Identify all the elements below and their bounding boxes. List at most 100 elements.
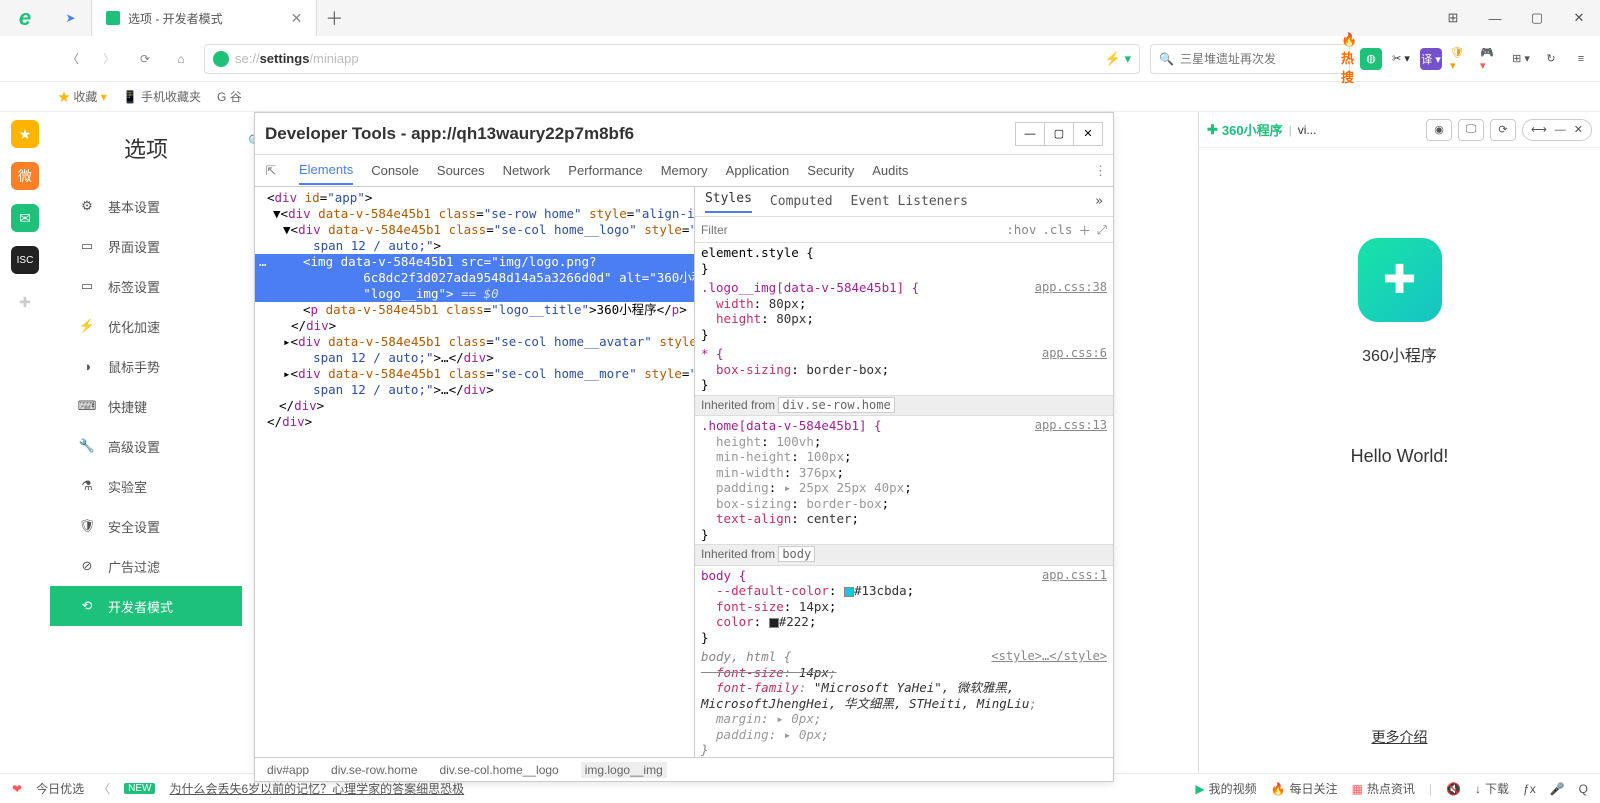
hot-search-label[interactable]: 🔥热搜 xyxy=(1341,32,1357,86)
dom-node[interactable]: </div> xyxy=(255,414,694,430)
dom-breadcrumb[interactable]: div#app div.se-row.home div.se-col.home_… xyxy=(255,757,1113,781)
hov-toggle[interactable]: :hov xyxy=(1006,222,1036,237)
sidebar-item-adblock[interactable]: ⊘广告过滤 xyxy=(50,546,242,586)
sidebar-item-lab[interactable]: ⚗实验室 xyxy=(50,466,242,506)
dom-node-selected[interactable]: …<img data-v-584e45b1 src="img/logo.png?… xyxy=(255,254,694,302)
sidebar-item-advanced[interactable]: 🔧高级设置 xyxy=(50,426,242,466)
devtools-close-button[interactable]: ✕ xyxy=(1073,122,1103,146)
rail-weibo-icon[interactable]: 微 xyxy=(11,162,39,190)
cls-toggle[interactable]: .cls xyxy=(1042,222,1072,237)
tab-network[interactable]: Network xyxy=(503,157,551,184)
breadcrumb-item[interactable]: img.logo__img xyxy=(581,762,667,778)
rail-mail-icon[interactable]: ✉ xyxy=(11,204,39,232)
status-headline[interactable]: 为什么会丢失6岁以前的记忆？心理学家的答案细思恐极 xyxy=(169,780,464,797)
breadcrumb-item[interactable]: div.se-col.home__logo xyxy=(440,763,559,777)
url-input[interactable]: se://settings/miniapp ⚡ ▾ xyxy=(204,44,1140,74)
css-rule-ua[interactable]: <style>…</style> body, html { font-size:… xyxy=(695,647,1113,757)
miniapp-refresh-button[interactable]: ⟳ xyxy=(1490,119,1516,141)
dom-node[interactable]: ▸<div data-v-584e45b1 class="se-col home… xyxy=(255,334,694,366)
sidebar-item-security[interactable]: 🛡安全设置 xyxy=(50,506,242,546)
css-rule[interactable]: app.css:38 .logo__img[data-v-584e45b1] {… xyxy=(695,278,1113,344)
sidebar-item-tabs[interactable]: ▭标签设置 xyxy=(50,266,242,306)
extension-icon[interactable]: ◍ xyxy=(1360,48,1382,70)
css-rule[interactable]: app.css:1 body { --default-color: #13cbd… xyxy=(695,566,1113,648)
tab-elements[interactable]: Elements xyxy=(299,156,353,185)
dom-node[interactable]: ▸<div data-v-584e45b1 class="se-col home… xyxy=(255,366,694,398)
element-picker-icon[interactable]: ⇱ xyxy=(261,163,281,179)
miniapp-close-icon[interactable]: ✕ xyxy=(1574,123,1583,136)
rule-source-link[interactable]: app.css:13 xyxy=(1035,418,1107,434)
miniapp-compass-button[interactable]: ◉ xyxy=(1426,119,1452,141)
rule-source-link[interactable]: app.css:38 xyxy=(1035,280,1107,296)
styles-more-icon[interactable]: » xyxy=(1095,194,1103,209)
dom-node[interactable]: ▼<div data-v-584e45b1 class="se-col home… xyxy=(255,222,694,254)
dom-node[interactable]: <div id="app"> xyxy=(255,190,694,206)
nav-reload-button[interactable]: ⟳ xyxy=(132,46,158,72)
bookmark-mobile[interactable]: 📱 手机收藏夹 xyxy=(123,88,201,105)
devtools-maximize-button[interactable]: ▢ xyxy=(1044,122,1074,146)
rule-source-link[interactable]: app.css:1 xyxy=(1042,568,1107,584)
miniapp-desktop-button[interactable]: 🖵 xyxy=(1458,119,1484,141)
sidebar-item-ui[interactable]: ▭界面设置 xyxy=(50,226,242,266)
status-zoom-icon[interactable]: Q xyxy=(1579,782,1588,796)
status-fn-icon[interactable]: ƒx xyxy=(1523,782,1536,796)
window-minimize-button[interactable]: — xyxy=(1474,0,1516,36)
restore-icon[interactable]: ↻ xyxy=(1540,48,1562,70)
sidebar-item-mouse[interactable]: ◑鼠标手势 xyxy=(50,346,242,386)
app-menu-icon[interactable]: ⊞ xyxy=(1432,0,1474,36)
nav-forward-button[interactable]: 〉 xyxy=(96,46,122,72)
browser-tab-active[interactable]: 选项 - 开发者模式 ✕ xyxy=(92,0,317,36)
compass-tab-icon[interactable]: ➤ xyxy=(50,0,92,36)
dom-node[interactable]: <p data-v-584e45b1 class="logo__title">3… xyxy=(255,302,694,318)
rule-source-link[interactable]: app.css:6 xyxy=(1042,346,1107,362)
rail-add-icon[interactable]: ✚ xyxy=(11,288,39,316)
tab-sources[interactable]: Sources xyxy=(437,157,485,184)
status-myvideo[interactable]: ▶我的视频 xyxy=(1195,780,1256,797)
devtools-titlebar[interactable]: Developer Tools - app://qh13waury22p7m8b… xyxy=(255,113,1113,155)
dom-tree-panel[interactable]: <div id="app"> ▼<div data-v-584e45b1 cla… xyxy=(255,187,694,757)
add-rule-icon[interactable]: ＋ xyxy=(1078,220,1091,239)
translate-icon[interactable]: 译 ▾ xyxy=(1420,48,1442,70)
tab-close-icon[interactable]: ✕ xyxy=(291,10,303,27)
status-download[interactable]: ↓ 下载 xyxy=(1475,780,1509,797)
tab-application[interactable]: Application xyxy=(726,157,790,184)
window-close-button[interactable]: ✕ xyxy=(1558,0,1600,36)
status-today[interactable]: 今日优选 xyxy=(36,780,84,797)
sidebar-item-developer[interactable]: ⟲开发者模式 xyxy=(50,586,242,626)
tab-security[interactable]: Security xyxy=(807,157,854,184)
scissors-icon[interactable]: ✂ ▾ xyxy=(1390,48,1412,70)
tab-audits[interactable]: Audits xyxy=(872,157,908,184)
sidebar-item-shortcut[interactable]: ⌨快捷键 xyxy=(50,386,242,426)
window-maximize-button[interactable]: ▢ xyxy=(1516,0,1558,36)
breadcrumb-item[interactable]: div.se-row.home xyxy=(331,763,417,777)
rule-source-link[interactable]: <style>…</style> xyxy=(991,649,1107,665)
miniapp-more-link[interactable]: 更多介绍 xyxy=(1199,727,1600,747)
search-box[interactable]: 🔍 🔥热搜 xyxy=(1150,44,1350,74)
dom-node[interactable]: ▼<div data-v-584e45b1 class="se-row home… xyxy=(255,206,694,222)
status-daily[interactable]: 🔥每日关注 xyxy=(1271,780,1338,797)
rail-star-icon[interactable]: ★ xyxy=(11,120,39,148)
styles-expand-icon[interactable]: ⤢ xyxy=(1097,222,1107,238)
dom-node[interactable]: </div> xyxy=(255,318,694,334)
miniapp-collapse-icon[interactable]: ⟷ xyxy=(1531,123,1547,136)
styles-body[interactable]: element.style {} app.css:38 .logo__img[d… xyxy=(695,243,1113,757)
css-rule[interactable]: app.css:6 * { box-sizing: border-box;} xyxy=(695,344,1113,395)
bookmark-google[interactable]: G 谷 xyxy=(217,88,242,105)
dom-node[interactable]: </div> xyxy=(255,398,694,414)
sidebar-item-speed[interactable]: ⚡优化加速 xyxy=(50,306,242,346)
shield-icon[interactable]: 🛡 ▾ xyxy=(1450,48,1472,70)
tab-memory[interactable]: Memory xyxy=(661,157,708,184)
grid-icon[interactable]: ⊞ ▾ xyxy=(1510,48,1532,70)
devtools-more-icon[interactable]: ⋮ xyxy=(1094,163,1107,179)
status-mute-icon[interactable]: 🔇 xyxy=(1446,782,1461,796)
new-tab-button[interactable]: ＋ xyxy=(317,5,351,31)
rail-isc-icon[interactable]: ISC xyxy=(11,246,39,274)
element-style-rule[interactable]: element.style {} xyxy=(695,243,1113,278)
status-prev-icon[interactable]: 〈 xyxy=(98,780,110,797)
tab-event-listeners[interactable]: Event Listeners xyxy=(851,194,968,209)
status-mic-icon[interactable]: 🎤 xyxy=(1550,782,1565,796)
game-icon[interactable]: 🎮 ▾ xyxy=(1480,48,1502,70)
nav-home-button[interactable]: ⌂ xyxy=(168,46,194,72)
tab-performance[interactable]: Performance xyxy=(568,157,642,184)
sidebar-item-basic[interactable]: ⚙基本设置 xyxy=(50,186,242,226)
